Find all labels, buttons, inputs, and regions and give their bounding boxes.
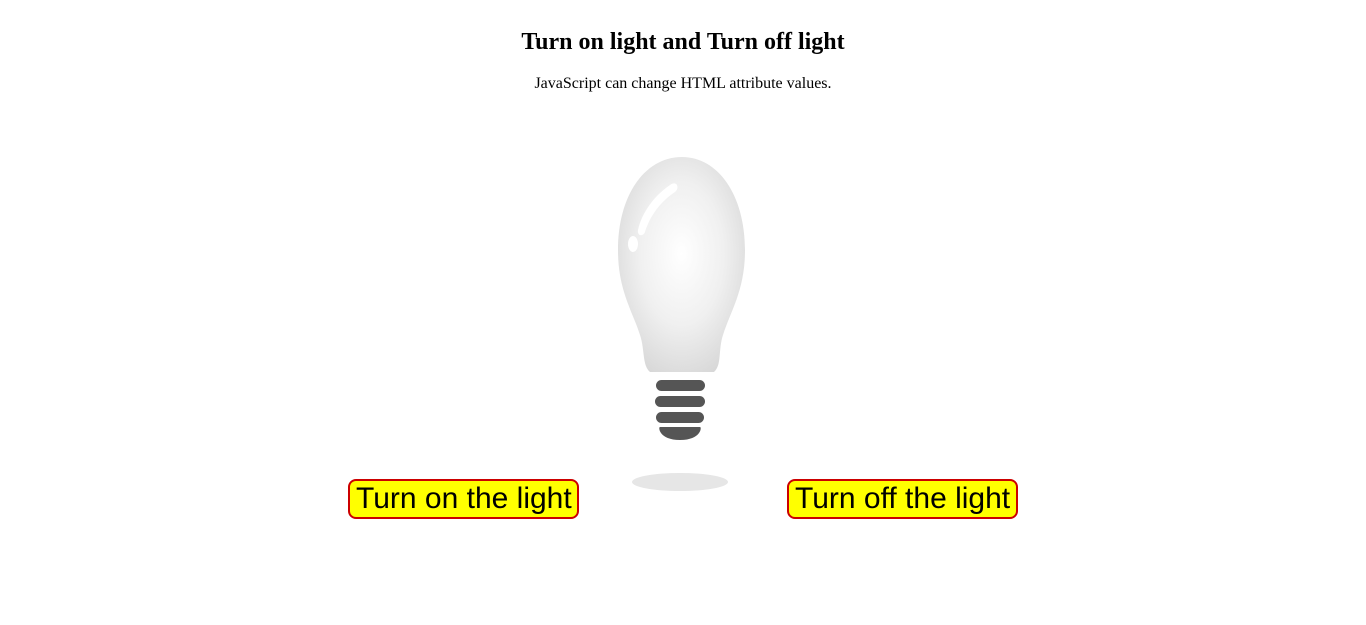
- page-title: Turn on light and Turn off light: [521, 29, 845, 55]
- turn-on-button[interactable]: Turn on the light: [348, 479, 579, 519]
- bulb-glass: [618, 157, 745, 372]
- bulb-shadow: [632, 473, 728, 491]
- page-description: JavaScript can change HTML attribute val…: [534, 75, 832, 92]
- bulb-base: [655, 380, 705, 440]
- turn-off-button[interactable]: Turn off the light: [787, 479, 1018, 519]
- light-bulb-icon: [618, 157, 745, 491]
- bulb-highlight-dot: [628, 236, 638, 252]
- page: Turn on light and Turn off light JavaScr…: [0, 0, 1366, 625]
- light-bulb-image: [610, 150, 755, 500]
